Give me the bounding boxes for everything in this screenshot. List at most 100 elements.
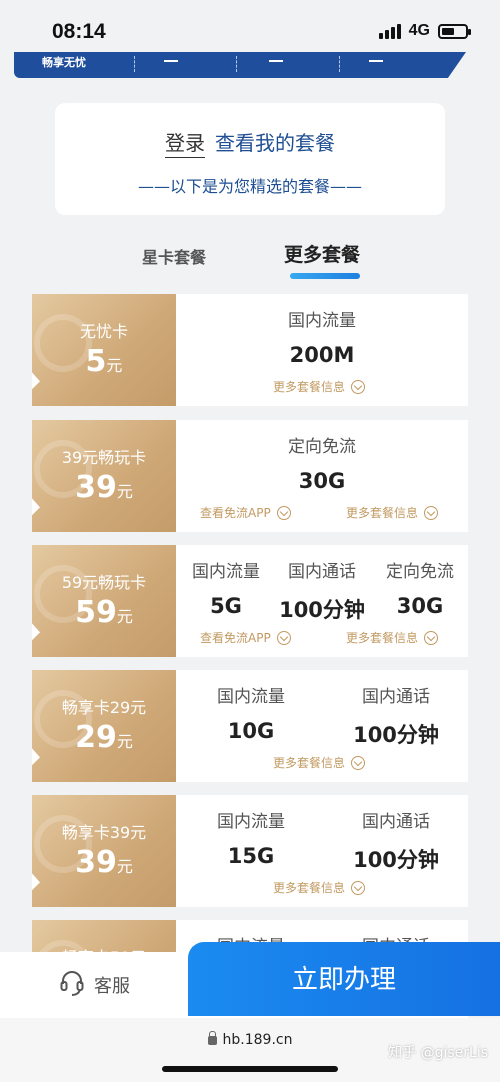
banner-icon [164, 52, 178, 62]
plan-details: 国内流量 5G 国内通话 100分钟 定向免流 30G 查看免流APP 更多套餐… [176, 545, 468, 657]
image-watermark: 知乎 @giserLis [388, 1045, 488, 1061]
feature-column: 国内通话 100分钟 [274, 545, 370, 624]
more-info-link[interactable]: 更多套餐信息 [346, 504, 439, 521]
banner-divider [339, 56, 340, 72]
price-number: 39 [75, 470, 117, 505]
feature-value: 10G [227, 719, 275, 743]
feature-label: 定向免流 [386, 562, 454, 582]
plan-links: 查看免流APP 更多套餐信息 [176, 629, 468, 649]
more-info-link[interactable]: 更多套餐信息 [273, 754, 366, 771]
plan-price: 39元 [32, 845, 176, 880]
apply-now-button[interactable]: 立即办理 [188, 942, 500, 1016]
more-info-link[interactable]: 更多套餐信息 [273, 879, 366, 896]
price-number: 59 [75, 595, 117, 630]
view-app-link[interactable]: 查看免流APP [200, 504, 291, 521]
customer-service-button[interactable]: 客服 [0, 952, 190, 1018]
chevron-down-icon [276, 505, 291, 520]
login-card: 登录 查看我的套餐 ——以下是为您精选的套餐—— [55, 103, 445, 215]
more-info-label: 更多套餐信息 [273, 756, 346, 770]
top-banner[interactable]: 畅享无忧 [14, 52, 466, 78]
feature-value: 5G [210, 594, 242, 618]
plan-card[interactable]: 畅享卡29元 29元 国内流量 10G 国内通话 100分钟 更多套餐信息 [32, 670, 468, 782]
plan-badge: 39元畅玩卡 39元 [32, 420, 176, 532]
home-indicator[interactable] [162, 1066, 338, 1072]
plan-price: 29元 [32, 720, 176, 755]
feature-value: 100分钟 [353, 848, 439, 872]
feature-column: 国内流量 5G [180, 545, 272, 618]
chevron-down-icon [276, 630, 291, 645]
plan-name: 畅享卡29元 [61, 698, 147, 717]
price-unit: 元 [116, 732, 133, 751]
plan-badge: 无忧卡 5元 [32, 294, 176, 406]
feature-label: 国内通话 [362, 812, 430, 832]
feature-label: 定向免流 [288, 437, 356, 457]
lock-icon [207, 1031, 217, 1045]
headset-icon [60, 971, 84, 996]
plan-details: 国内流量 10G 国内通话 100分钟 更多套餐信息 [176, 670, 468, 782]
more-info-label: 更多套餐信息 [273, 380, 346, 394]
login-line: 登录 查看我的套餐 [55, 127, 445, 158]
plan-price: 5元 [32, 344, 176, 379]
more-info-label: 更多套餐信息 [346, 506, 419, 520]
banner-divider [134, 56, 135, 72]
feature-column: 国内通话 100分钟 [336, 670, 456, 749]
banner-icon [269, 52, 283, 62]
view-app-label: 查看免流APP [200, 506, 271, 520]
view-app-label: 查看免流APP [200, 631, 271, 645]
browser-url-bar: hb.189.cn 知乎 @giserLis [0, 1018, 500, 1082]
feature-value: 100分钟 [353, 723, 439, 747]
view-app-link[interactable]: 查看免流APP [200, 629, 291, 646]
feature-label: 国内流量 [217, 687, 285, 707]
tab-more-plans[interactable]: 更多套餐 [284, 240, 360, 267]
chevron-down-icon [424, 630, 439, 645]
plan-price: 59元 [32, 595, 176, 630]
feature-label: 国内通话 [288, 562, 356, 582]
plan-links: 更多套餐信息 [176, 754, 468, 774]
login-link[interactable]: 登录 [165, 131, 205, 158]
plan-badge: 59元畅玩卡 59元 [32, 545, 176, 657]
price-unit: 元 [116, 482, 133, 501]
plan-details: 国内流量 200M 更多套餐信息 [176, 294, 468, 406]
feature-label: 国内流量 [288, 311, 356, 331]
plan-card[interactable]: 59元畅玩卡 59元 国内流量 5G 国内通话 100分钟 定向免流 30G 查… [32, 545, 468, 657]
chevron-down-icon [351, 379, 366, 394]
plan-price: 39元 [32, 470, 176, 505]
price-unit: 元 [116, 607, 133, 626]
signal-icon [378, 23, 401, 39]
more-info-label: 更多套餐信息 [346, 631, 419, 645]
plan-links: 查看免流APP 更多套餐信息 [176, 504, 468, 524]
tab-star-plans[interactable]: 星卡套餐 [142, 244, 206, 268]
more-info-link[interactable]: 更多套餐信息 [346, 629, 439, 646]
plan-card[interactable]: 畅享卡39元 39元 国内流量 15G 国内通话 100分钟 更多套餐信息 [32, 795, 468, 907]
more-info-link[interactable]: 更多套餐信息 [273, 378, 366, 395]
customer-service-label: 客服 [94, 976, 130, 997]
price-number: 39 [75, 845, 117, 880]
feature-column: 国内流量 200M [232, 294, 412, 367]
plan-card[interactable]: 无忧卡 5元 国内流量 200M 更多套餐信息 [32, 294, 468, 406]
plan-details: 国内流量 15G 国内通话 100分钟 更多套餐信息 [176, 795, 468, 907]
chevron-down-icon [351, 755, 366, 770]
feature-label: 国内流量 [217, 812, 285, 832]
plan-name: 畅享卡39元 [61, 823, 147, 842]
feature-label: 国内通话 [362, 687, 430, 707]
feature-column: 定向免流 30G [232, 420, 412, 493]
plan-card[interactable]: 39元畅玩卡 39元 定向免流 30G 查看免流APP 更多套餐信息 [32, 420, 468, 532]
feature-column: 国内流量 10G [196, 670, 306, 743]
bottom-action-bar: 客服 立即办理 [0, 940, 500, 1018]
plan-tabs: 星卡套餐 更多套餐 [0, 240, 500, 284]
more-info-label: 更多套餐信息 [273, 881, 346, 895]
feature-value: 15G [227, 844, 275, 868]
network-type: 4G [408, 22, 430, 39]
banner-icon [369, 52, 383, 62]
price-unit: 元 [116, 857, 133, 876]
feature-column: 国内流量 15G [196, 795, 306, 868]
plan-links: 更多套餐信息 [176, 879, 468, 899]
login-prompt[interactable]: 查看我的套餐 [215, 131, 335, 155]
feature-column: 国内通话 100分钟 [336, 795, 456, 874]
plan-name: 无忧卡 [79, 322, 128, 341]
status-bar: 08:14 4G [0, 0, 500, 60]
battery-icon [438, 23, 471, 39]
plan-links: 更多套餐信息 [176, 378, 468, 398]
chevron-down-icon [424, 505, 439, 520]
chevron-down-icon [351, 880, 366, 895]
